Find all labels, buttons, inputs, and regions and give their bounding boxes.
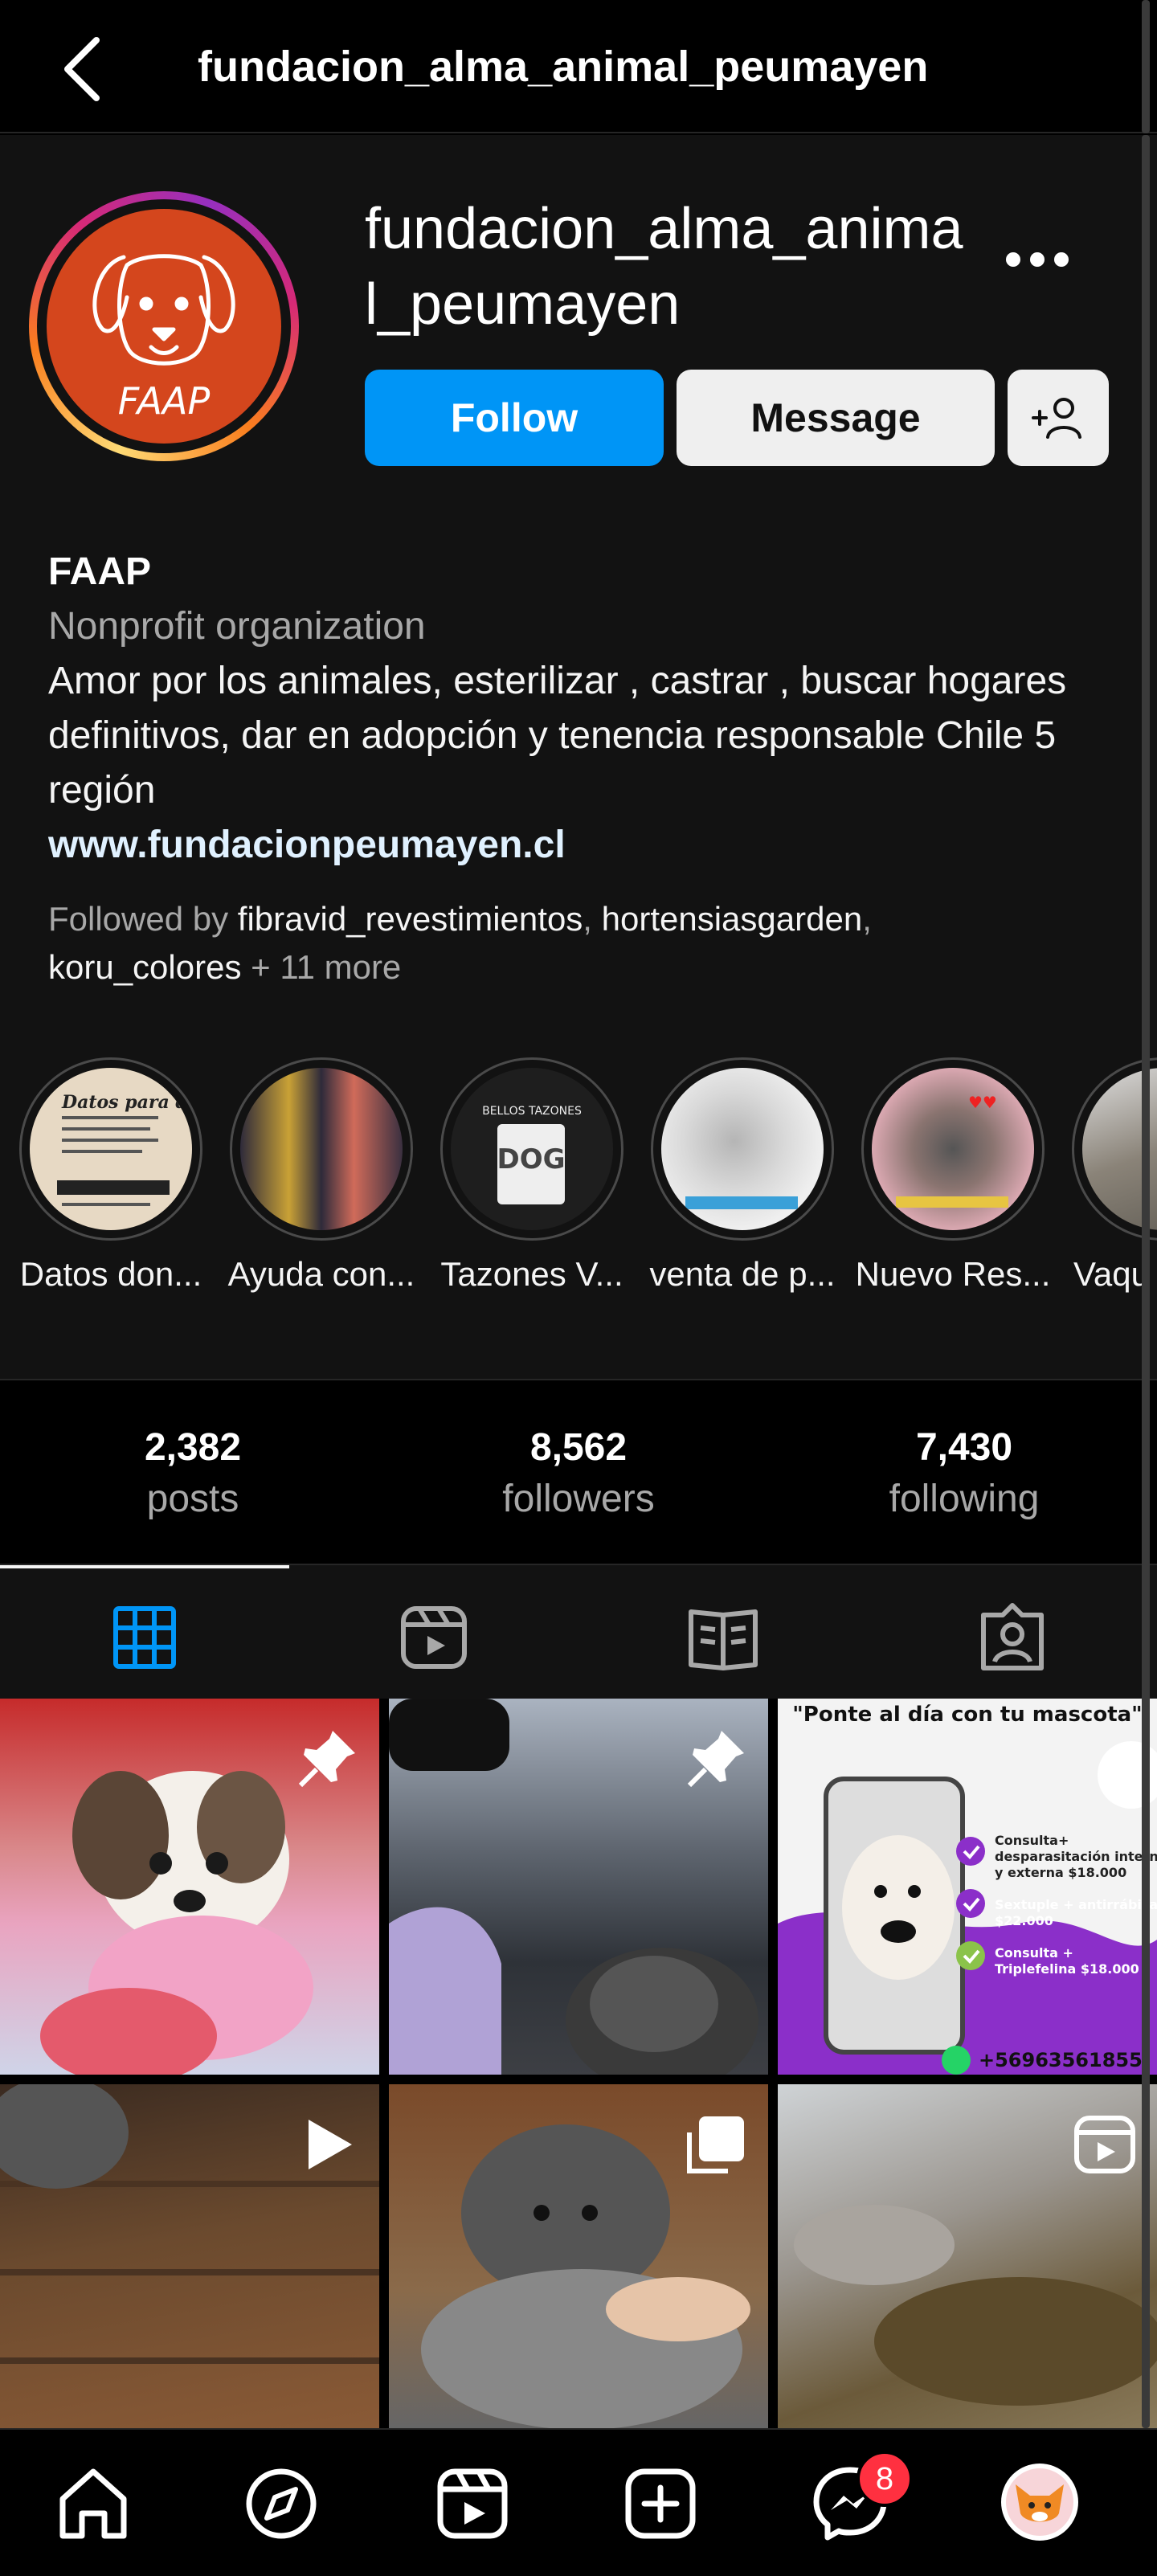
highlight-label: Tazones V... (440, 1255, 623, 1293)
reels-icon (437, 2468, 508, 2539)
post-thumbnail[interactable]: "Ponte al día con tu mascota" Consulta+ d… (778, 1699, 1157, 2075)
bio-website-link[interactable]: www.fundacionpeumayen.cl (48, 818, 1117, 873)
followed-by-prefix: Followed by (48, 900, 238, 938)
followed-by-more: + 11 more (241, 948, 402, 986)
top-bar: fundacion_alma_animal_peumayen (0, 0, 1157, 133)
avatar-logo-text: FAAP (118, 379, 211, 423)
nav-profile[interactable] (998, 2462, 1081, 2545)
divider (0, 1379, 1157, 1380)
more-options-icon[interactable] (1003, 247, 1072, 272)
back-arrow-icon[interactable] (56, 34, 112, 104)
follower-link[interactable]: hortensiasgarden (602, 900, 863, 938)
messenger-badge: 8 (857, 2451, 913, 2507)
tab-reels[interactable] (394, 1597, 474, 1678)
story-highlights: Datos para donaciones Datos don... Ayuda… (0, 1057, 1157, 1298)
pin-icon (687, 1731, 744, 1788)
bottom-navigation: 8 (0, 2428, 1157, 2576)
home-icon (59, 2468, 127, 2539)
tab-tagged[interactable] (972, 1597, 1053, 1678)
profile-header: FAAP fundacion_alma_animal_peumayen Foll… (0, 135, 1157, 1379)
post-thumbnail[interactable] (389, 2084, 768, 2428)
svg-text:♥♥: ♥♥ (968, 1093, 997, 1112)
svg-text:+56963561855: +56963561855 (979, 2049, 1143, 2071)
nav-messenger[interactable]: 8 (808, 2451, 913, 2545)
reel-icon (1074, 2116, 1135, 2173)
highlight-cover (240, 1068, 403, 1230)
suggested-users-button[interactable] (1008, 370, 1109, 466)
highlight-cover: BELLOS TAZONES DOG (451, 1068, 613, 1230)
highlight-item[interactable]: BELLOS TAZONES DOG Tazones V... (432, 1057, 632, 1298)
bio-display-name: FAAP (48, 550, 152, 593)
post-thumbnail[interactable] (389, 1699, 768, 2075)
pin-icon (298, 1731, 355, 1788)
explore-icon (246, 2468, 317, 2539)
nav-create[interactable] (619, 2462, 702, 2545)
highlight-cover (661, 1068, 824, 1230)
followers-count[interactable]: 8,562 followers (386, 1422, 771, 1525)
highlight-item[interactable]: venta de p... (643, 1057, 842, 1298)
following-count[interactable]: 7,430 following (771, 1422, 1157, 1525)
svg-text:BELLOS TAZONES: BELLOS TAZONES (482, 1105, 582, 1118)
profile-tabs (0, 1565, 1157, 1699)
message-button[interactable]: Message (677, 370, 995, 466)
posts-grid: "Ponte al día con tu mascota" Consulta+ d… (0, 1699, 1157, 2428)
active-tab-indicator (0, 1565, 289, 1568)
grid-icon (113, 1606, 176, 1669)
highlight-item[interactable]: Ayuda con... (222, 1057, 421, 1298)
highlight-label: venta de p... (649, 1255, 836, 1293)
post-thumbnail[interactable] (778, 2084, 1157, 2428)
svg-text:Consulta+desparasitación inter: Consulta+ desparasitación interna y extern… (995, 1833, 1157, 1880)
nav-explore[interactable] (239, 2462, 323, 2545)
bio-category: Nonprofit organization (48, 605, 426, 648)
follower-link[interactable]: fibravid_revestimientos (238, 900, 583, 938)
post-thumbnail[interactable] (0, 2084, 379, 2428)
tab-guides[interactable] (683, 1597, 763, 1678)
followed-by[interactable]: Followed by fibravid_revestimientos, hor… (48, 895, 1117, 992)
guide-icon (689, 1609, 758, 1670)
create-icon (625, 2468, 696, 2539)
nav-home[interactable] (51, 2462, 135, 2545)
profile-avatar-ring[interactable]: FAAP (29, 191, 299, 461)
svg-text:DOG: DOG (497, 1143, 565, 1176)
follow-button[interactable]: Follow (365, 370, 664, 466)
highlight-label: Ayuda con... (227, 1255, 415, 1293)
header-username: fundacion_alma_animal_peumayen (198, 43, 929, 91)
scrollbar[interactable] (1142, 0, 1150, 133)
highlight-cover: ♥♥ (872, 1068, 1034, 1230)
carousel-icon (687, 2116, 744, 2173)
highlight-label: Nuevo Res... (855, 1255, 1051, 1293)
highlight-item[interactable]: Datos para donaciones Datos don... (11, 1057, 211, 1298)
add-person-icon (1032, 398, 1081, 439)
highlight-cover: Datos para donaciones (30, 1068, 192, 1230)
post-thumbnail[interactable] (0, 1699, 379, 2075)
profile-avatar (1001, 2464, 1078, 2541)
play-icon (309, 2120, 352, 2169)
highlight-item[interactable]: ♥♥ Nuevo Res... (853, 1057, 1053, 1298)
nav-reels[interactable] (431, 2462, 514, 2545)
bio-description: Amor por los animales, esterilizar , cas… (48, 660, 1067, 812)
profile-bio: FAAP Nonprofit organization Amor por los… (48, 545, 1117, 873)
profile-username: fundacion_alma_animal_peumayen (365, 197, 963, 337)
svg-text:"Ponte al día con tu mascota": "Ponte al día con tu mascota" (792, 1703, 1142, 1727)
follower-link[interactable]: koru_colores (48, 948, 241, 986)
profile-avatar[interactable]: FAAP (47, 209, 281, 444)
tagged-icon (981, 1603, 1044, 1670)
posts-count[interactable]: 2,382 posts (0, 1422, 386, 1525)
svg-text:Datos para donaciones: Datos para donaciones (61, 1092, 192, 1113)
scrollbar[interactable] (1142, 135, 1150, 2428)
svg-text:Sextuple + antirrábica$22.000: Sextuple + antirrábica $22.000 (995, 1897, 1157, 1928)
tab-posts-grid[interactable] (104, 1597, 185, 1678)
highlight-label: Datos don... (19, 1255, 202, 1293)
reels-icon (401, 1606, 467, 1669)
